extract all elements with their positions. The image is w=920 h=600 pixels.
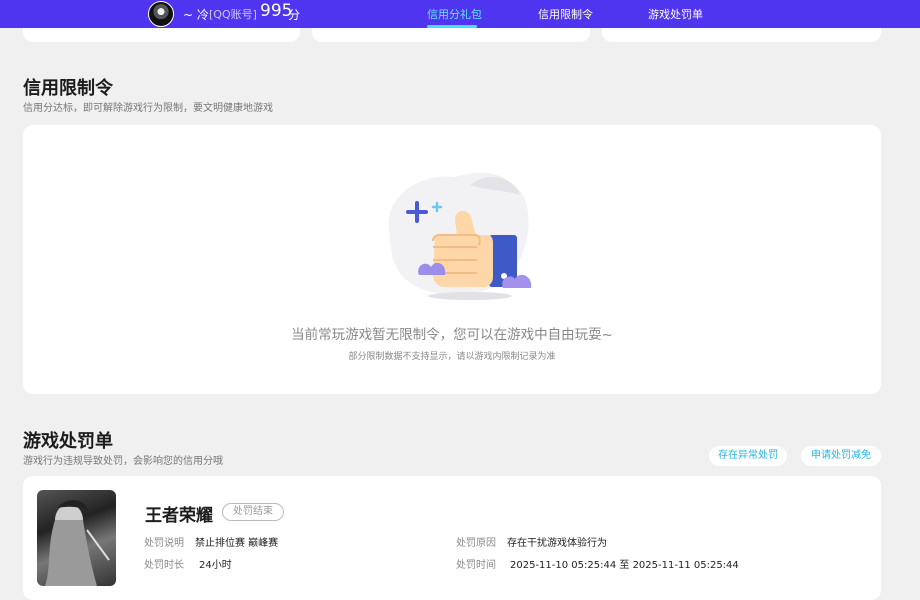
top-nav-bar: ~ 冷 [QQ账号] 995 分 信用分礼包 信用限制令 游戏处罚单	[0, 0, 920, 28]
nav-tab-game-penalty[interactable]: 游戏处罚单	[648, 6, 703, 22]
restriction-section-title: 信用限制令	[23, 78, 113, 99]
penalty-desc-label: 处罚说明	[144, 538, 184, 549]
restriction-section-subtitle: 信用分达标，即可解除游戏行为限制，要文明健康地游戏	[23, 103, 273, 114]
nav-tab-credit-gift[interactable]: 信用分礼包	[427, 6, 482, 22]
penalty-time-value: 2025-11-10 05:25:44 至 2025-11-11 05:25:4…	[510, 560, 739, 571]
nav-tab-credit-restriction[interactable]: 信用限制令	[538, 6, 593, 22]
user-avatar[interactable]	[148, 1, 174, 27]
penalty-section-subtitle: 游戏行为违规导致处罚，会影响您的信用分哦	[23, 456, 223, 467]
gift-card-2[interactable]	[312, 28, 590, 42]
penalty-duration-label: 处罚时长	[144, 560, 184, 571]
apply-penalty-reduction-button[interactable]: 申请处罚减免	[801, 446, 881, 466]
penalty-record-card: 王者荣耀 处罚结束 处罚说明 禁止排位赛 巅峰赛 处罚时长 24小时 处罚原因 …	[23, 476, 881, 600]
hero-silhouette-icon	[45, 500, 110, 586]
abnormal-penalty-button[interactable]: 存在异常处罚	[709, 446, 787, 466]
penalty-reason-label: 处罚原因	[456, 538, 496, 549]
restriction-empty-message: 当前常玩游戏暂无限制令，您可以在游戏中自由玩耍~	[291, 327, 613, 343]
penalty-desc-value: 禁止排位赛 巅峰赛	[195, 538, 279, 549]
penalty-reason-value: 存在干扰游戏体验行为	[507, 538, 607, 549]
user-nickname: ~ 冷	[183, 8, 209, 22]
game-cover-image	[37, 490, 116, 586]
penalty-duration-value: 24小时	[199, 560, 232, 571]
penalty-section-title: 游戏处罚单	[23, 431, 113, 452]
penalty-status-badge: 处罚结束	[222, 503, 284, 521]
gift-card-3[interactable]	[602, 28, 881, 42]
account-type-label: [QQ账号]	[209, 8, 257, 21]
gift-card-1[interactable]	[23, 28, 300, 42]
restriction-empty-note: 部分限制数据不支持显示，请以游戏内限制记录为准	[348, 352, 556, 362]
restriction-empty-panel: 当前常玩游戏暂无限制令，您可以在游戏中自由玩耍~ 部分限制数据不支持显示，请以游…	[23, 125, 881, 394]
penalty-time-label: 处罚时间	[456, 560, 496, 571]
penalty-game-name: 王者荣耀	[145, 506, 213, 526]
credit-score-unit: 分	[288, 8, 301, 22]
thumbs-up-illustration	[388, 172, 532, 300]
